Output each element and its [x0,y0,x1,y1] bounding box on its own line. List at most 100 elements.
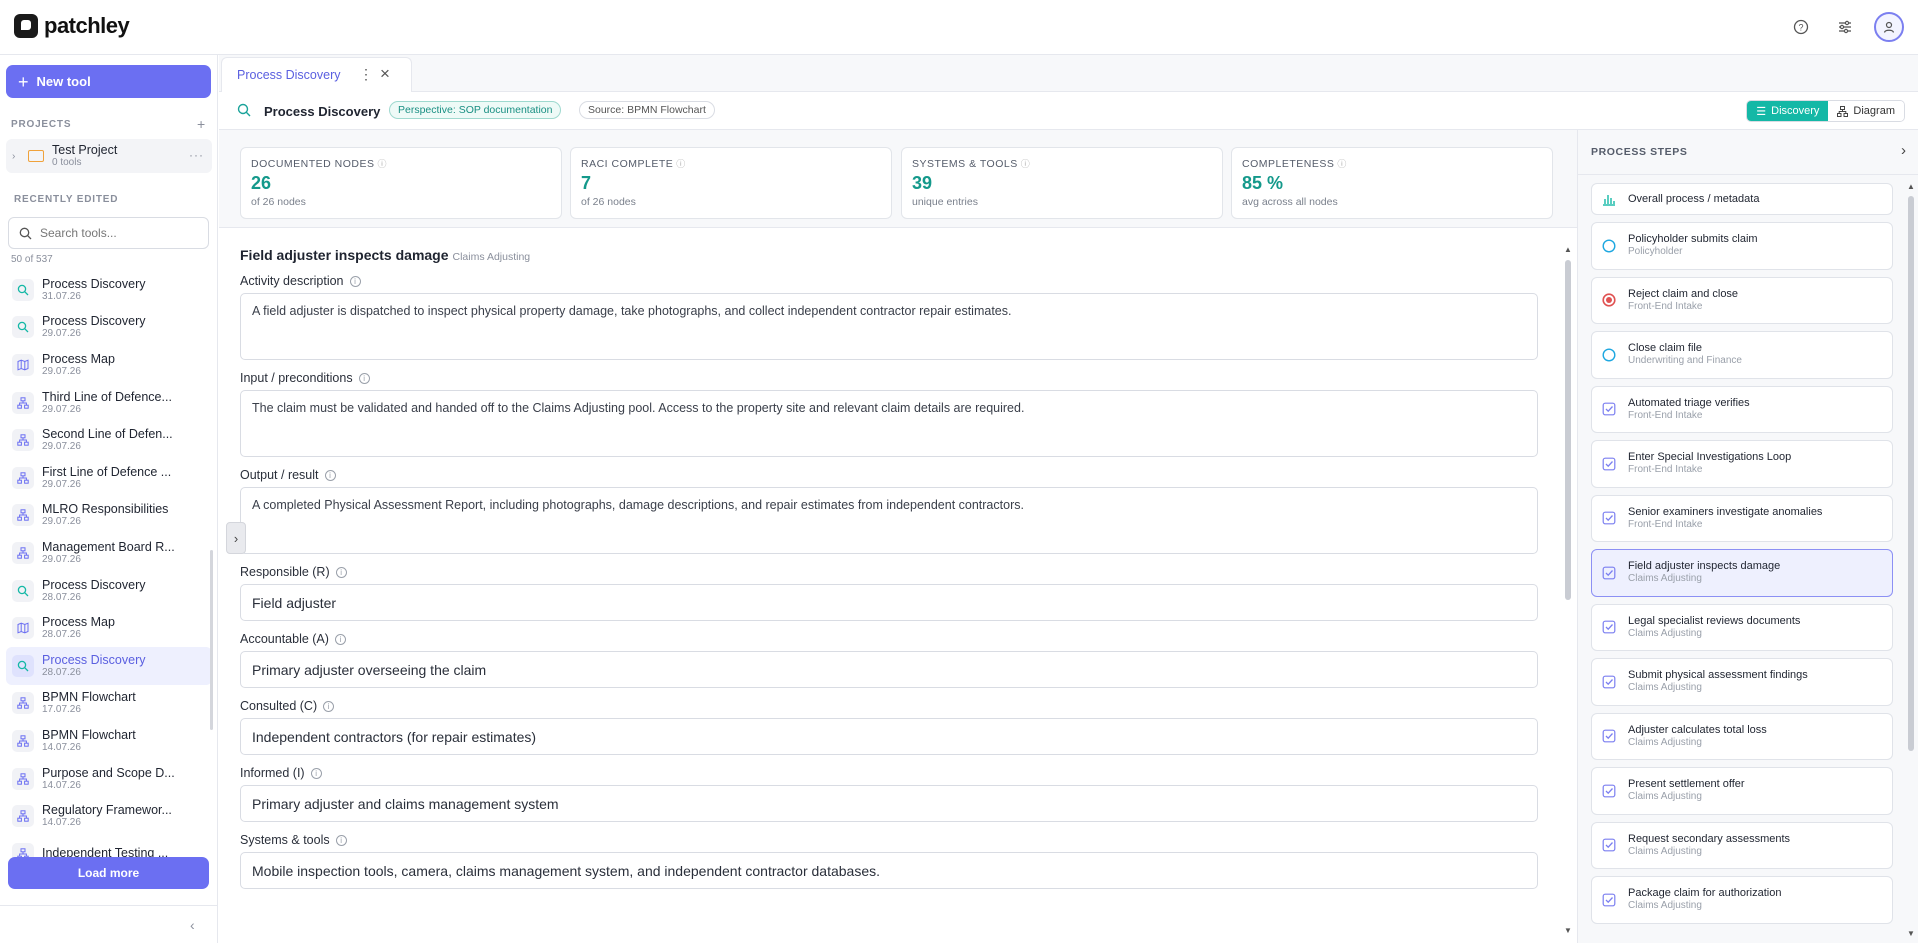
process-step-item[interactable]: Reject claim and close Front-End Intake [1591,276,1893,324]
recent-tool-item[interactable]: Process Discovery 28.07.26 [6,572,212,610]
info-icon[interactable]: i [335,566,347,578]
info-icon[interactable]: ⓘ [1021,159,1031,169]
search-tools-field[interactable] [8,217,209,249]
info-icon[interactable]: i [324,469,336,481]
process-step-item[interactable]: Request secondary assessments Claims Adju… [1591,821,1893,869]
info-icon[interactable]: i [310,767,322,779]
recent-tool-item[interactable]: Process Discovery 29.07.26 [6,309,212,347]
more-icon[interactable]: ··· [189,148,204,162]
step-lane: Claims Adjusting [1628,791,1702,803]
new-tool-button[interactable]: + New tool [6,65,211,98]
search-input[interactable] [40,226,200,240]
recent-tool-item[interactable]: BPMN Flowchart 14.07.26 [6,722,212,760]
informed-field[interactable]: Primary adjuster and claims management s… [240,785,1538,822]
process-step-item[interactable]: Policyholder submits claim Policyholder [1591,222,1893,270]
diagram-view-button[interactable]: Diagram [1828,101,1904,121]
info-icon[interactable]: ⓘ [1337,159,1347,169]
scroll-up-icon[interactable]: ▲ [1564,245,1572,254]
search-icon [19,227,32,239]
input-preconditions-field[interactable]: The claim must be validated and handed o… [240,390,1538,457]
task-icon [1602,566,1616,580]
info-icon[interactable]: ⓘ [378,159,388,169]
step-name: Close claim file [1628,342,1702,355]
recent-tool-item[interactable]: Process Map 28.07.26 [6,609,212,647]
recent-tool-item[interactable]: BPMN Flowchart 17.07.26 [6,685,212,723]
scroll-thumb[interactable] [1908,196,1914,751]
recent-tool-item[interactable]: Management Board R... 29.07.26 [6,534,212,572]
recent-tool-item[interactable]: Second Line of Defen... 29.07.26 [6,421,212,459]
add-project-icon[interactable]: + [197,116,206,132]
step-name: Present settlement offer [1628,778,1745,791]
recent-tool-item[interactable]: Purpose and Scope D... 14.07.26 [6,760,212,798]
recent-tool-item[interactable]: Regulatory Framewor... 14.07.26 [6,797,212,835]
recent-tool-item[interactable]: Process Map 29.07.26 [6,346,212,384]
metric-sub: of 26 nodes [251,196,306,208]
discovery-view-label: Discovery [1771,105,1820,117]
tool-name: Process Map [42,352,115,366]
top-bar: patchley ? [0,0,1918,55]
tool-name: Process Discovery [42,653,146,667]
tab-process-discovery[interactable]: Process Discovery ⋮ × [221,57,412,93]
scroll-down-icon[interactable]: ▼ [1907,929,1915,938]
overall-metadata-item[interactable]: Overall process / metadata [1591,183,1893,215]
scroll-down-icon[interactable]: ▼ [1564,926,1572,935]
expand-panel-icon[interactable]: › [226,522,246,554]
step-lane: Underwriting and Finance [1628,355,1742,367]
collapse-sidebar-icon[interactable]: ‹ [190,917,195,933]
process-step-item[interactable]: Adjuster calculates total loss Claims Adj… [1591,712,1893,760]
node-title: Field adjuster inspects damage Claims Adj… [240,247,1538,263]
consulted-field[interactable]: Independent contractors (for repair esti… [240,718,1538,755]
process-step-item[interactable]: Package claim for authorization Claims Ad… [1591,876,1893,924]
info-icon[interactable]: i [334,633,346,645]
user-avatar[interactable] [1874,12,1904,42]
close-icon[interactable]: × [380,64,390,84]
collapse-panel-icon[interactable]: › [1901,142,1906,159]
responsible-label: Responsible (R) i [240,565,1538,579]
process-steps-panel: PROCESS STEPS › Overall process / metada… [1577,130,1918,943]
scroll-thumb[interactable] [1565,260,1571,600]
recent-tool-item[interactable]: First Line of Defence ... 29.07.26 [6,459,212,497]
app-logo[interactable]: patchley [14,13,130,39]
scroll-up-icon[interactable]: ▲ [1907,182,1915,191]
systems-tools-field[interactable]: Mobile inspection tools, camera, claims … [240,852,1538,889]
process-step-item[interactable]: Field adjuster inspects damage Claims Adj… [1591,549,1893,597]
user-icon [1883,21,1895,33]
output-result-field[interactable]: A completed Physical Assessment Report, … [240,487,1538,554]
process-step-item[interactable]: Enter Special Investigations Loop Front-E… [1591,440,1893,488]
accountable-field[interactable]: Primary adjuster overseeing the claim [240,651,1538,688]
help-icon[interactable]: ? [1786,12,1816,42]
metrics-row: DOCUMENTED NODES ⓘ 26 of 26 nodes RACI CO… [219,130,1577,228]
recent-tool-item[interactable]: Process Discovery 28.07.26 [6,646,212,685]
recent-tool-item[interactable]: MLRO Responsibilities 29.07.26 [6,497,212,535]
sidebar-scrollbar[interactable] [210,550,213,730]
process-step-item[interactable]: Present settlement offer Claims Adjusting [1591,767,1893,815]
node-detail: Field adjuster inspects damage Claims Adj… [240,247,1538,889]
responsible-field[interactable]: Field adjuster [240,584,1538,621]
info-icon[interactable]: i [349,275,361,287]
activity-description-field[interactable]: A field adjuster is dispatched to inspec… [240,293,1538,360]
main-scrollbar[interactable]: ▲ ▼ [1564,245,1572,935]
discovery-view-button[interactable]: ☰ Discovery [1747,101,1829,121]
project-item[interactable]: › Test Project 0 tools ··· [6,139,212,173]
step-lane: Claims Adjusting [1628,682,1702,694]
process-step-item[interactable]: Senior examiners investigate anomalies Fr… [1591,494,1893,542]
info-icon[interactable]: ⓘ [676,159,686,169]
process-step-item[interactable]: Automated triage verifies Front-End Intak… [1591,385,1893,433]
info-icon[interactable]: i [358,372,370,384]
sliders-icon[interactable] [1830,12,1860,42]
info-icon[interactable]: i [323,700,335,712]
chevron-right-icon[interactable]: › [12,151,24,162]
tab-menu-icon[interactable]: ⋮ [359,66,373,83]
process-step-item[interactable]: Close claim file Underwriting and Finance [1591,331,1893,379]
process-step-item[interactable]: Legal specialist reviews documents Claims… [1591,603,1893,651]
panel-scrollbar[interactable]: ▲ ▼ [1907,182,1915,938]
left-sidebar: + New tool PROJECTS + › Test Project 0 t… [0,55,218,943]
new-tool-label: New tool [36,74,91,89]
load-more-button[interactable]: Load more [8,857,209,889]
info-icon[interactable]: i [335,834,347,846]
tool-date: 29.07.26 [42,553,81,565]
process-step-item[interactable]: Submit physical assessment findings Claim… [1591,658,1893,706]
recent-tool-item[interactable]: Process Discovery 31.07.26 [6,271,212,309]
tool-date: 31.07.26 [42,290,81,302]
recent-tool-item[interactable]: Third Line of Defence... 29.07.26 [6,384,212,422]
